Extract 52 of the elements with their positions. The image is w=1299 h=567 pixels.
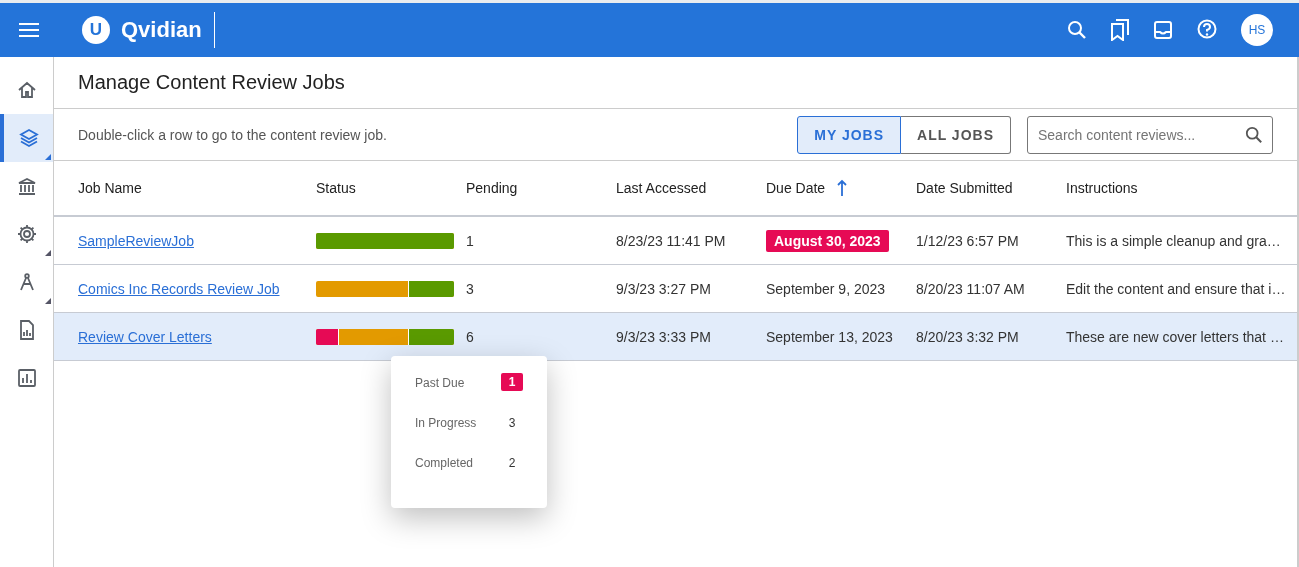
column-header[interactable]: Last Accessed: [616, 180, 707, 196]
search-field[interactable]: Search content reviews...: [1027, 115, 1273, 154]
sort-arrow-icon[interactable]: [837, 179, 848, 197]
column-header[interactable]: Pending: [466, 180, 518, 196]
job-link[interactable]: Review Cover Letters: [78, 328, 212, 345]
column-header[interactable]: Status: [316, 180, 356, 196]
tooltip-value: 3: [507, 416, 517, 430]
tooltip-label: Completed: [415, 456, 474, 470]
tooltip-label: In Progress: [415, 416, 477, 430]
overdue-date-badge: August 30, 2023: [766, 229, 889, 252]
menu-icon[interactable]: [19, 23, 39, 37]
table-cell: 1/12/23 6:57 PM: [916, 232, 1019, 249]
job-link[interactable]: SampleReviewJob: [78, 232, 194, 249]
column-header[interactable]: Due Date: [766, 180, 826, 196]
table-cell: This is a simple cleanup and gra…: [1066, 232, 1281, 249]
gear-icon[interactable]: [15, 223, 38, 245]
column-header[interactable]: Date Submitted: [916, 180, 1013, 196]
filter-toggle[interactable]: MY JOBS: [797, 115, 901, 154]
table-cell: 9/3/23 3:27 PM: [616, 280, 711, 297]
table-cell: September 13, 2023: [766, 328, 893, 345]
table-cell: 8/20/23 3:32 PM: [916, 328, 1019, 345]
chart-icon[interactable]: [15, 367, 38, 389]
table-cell: September 9, 2023: [766, 280, 886, 297]
table-cell: These are new cover letters that …: [1066, 328, 1284, 345]
tooltip-value: 2: [507, 456, 517, 470]
user-avatar[interactable]: HS: [1241, 14, 1273, 46]
table-row[interactable]: SampleReviewJob 1 8/23/23 11:41 PM August 30, 2023 1/12/23 6:57 PM This is a simple cleanup and gra…: [54, 217, 1297, 265]
filter-toggle[interactable]: ALL JOBS: [901, 115, 1011, 154]
hint-text: Double-click a row to go to the content review job.: [78, 126, 388, 143]
layers-icon[interactable]: [17, 127, 40, 149]
column-header[interactable]: Instructions: [1066, 180, 1138, 196]
job-link[interactable]: Comics Inc Records Review Job: [78, 280, 280, 297]
search-icon[interactable]: [1245, 125, 1263, 144]
table-cell: 6: [466, 328, 474, 345]
table-row[interactable]: Review Cover Letters 6 9/3/23 3:33 PM September 13, 2023 8/20/23 3:32 PM These are new cover letters that …: [54, 313, 1297, 361]
count-badge: 1: [501, 373, 523, 391]
table-cell: Edit the content and ensure that i…: [1066, 280, 1286, 297]
logo-mark: U: [82, 16, 110, 44]
inbox-icon[interactable]: [1153, 20, 1173, 40]
table-cell: 3: [466, 280, 474, 297]
search-icon[interactable]: [1067, 20, 1087, 40]
sidebar-item[interactable]: [0, 114, 53, 162]
table-cell: 8/23/23 11:41 PM: [616, 232, 726, 249]
table-cell: 9/3/23 3:33 PM: [616, 328, 711, 345]
tooltip-label: Past Due: [415, 376, 465, 390]
bookmarks-icon[interactable]: [1110, 19, 1130, 41]
page-title: Manage Content Review Jobs: [78, 71, 345, 94]
brand-name: Qvidian: [121, 17, 202, 43]
table-cell: 8/20/23 11:07 AM: [916, 280, 1025, 297]
table-cell: 1: [466, 232, 474, 249]
column-header[interactable]: Job Name: [78, 180, 142, 196]
help-icon[interactable]: [1196, 19, 1218, 41]
